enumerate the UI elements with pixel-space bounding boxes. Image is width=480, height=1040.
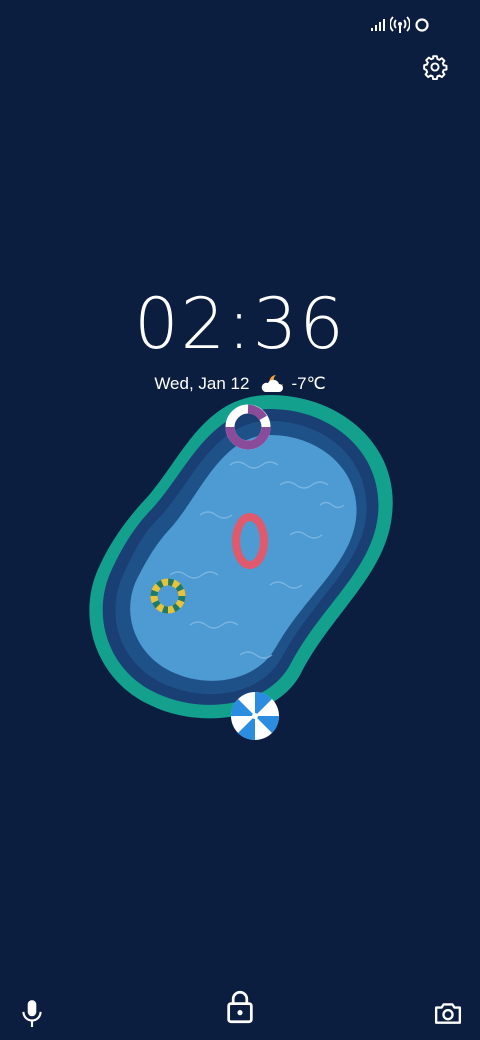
hotspot-icon xyxy=(390,16,410,33)
lock-icon[interactable] xyxy=(226,990,254,1024)
clock-time: 02:36 xyxy=(134,283,346,365)
microphone-icon[interactable] xyxy=(18,998,46,1028)
lock-screen: 02:36 Wed, Jan 12 -7℃ xyxy=(0,0,480,1040)
gear-icon[interactable] xyxy=(422,54,448,80)
beach-umbrella xyxy=(230,691,280,741)
signal-bars-icon xyxy=(371,19,385,31)
pool-wallpaper-illustration xyxy=(89,395,393,741)
ring-icon xyxy=(415,18,429,32)
status-bar xyxy=(370,16,430,34)
camera-icon[interactable] xyxy=(434,1000,462,1026)
